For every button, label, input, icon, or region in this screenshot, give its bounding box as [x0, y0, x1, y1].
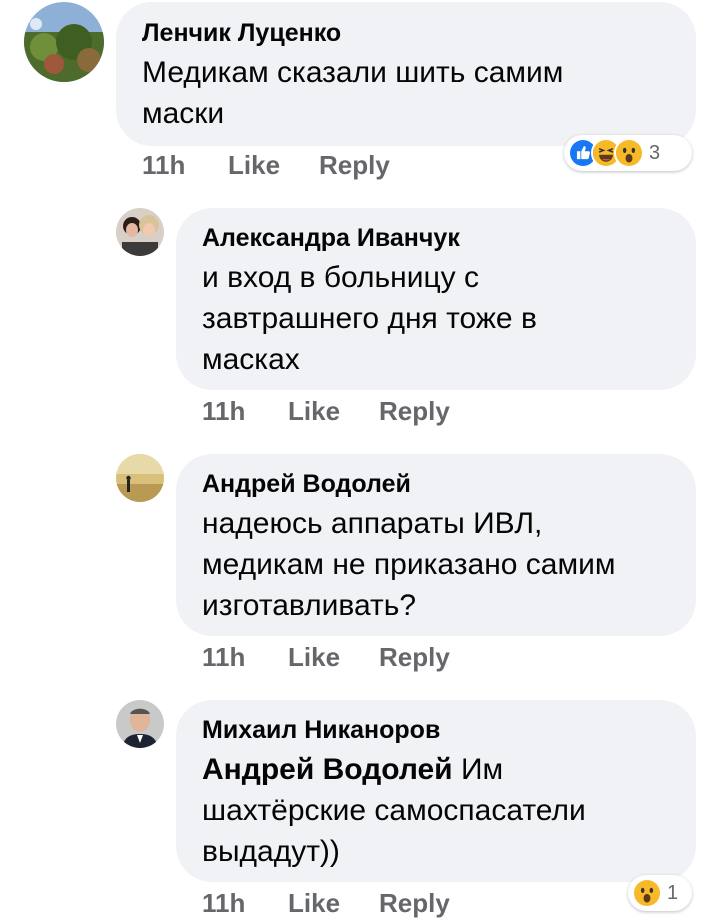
reaction-count: 1	[667, 881, 679, 904]
reply-button[interactable]: Reply	[379, 642, 450, 673]
reply-button[interactable]: Reply	[379, 396, 450, 427]
comment-author[interactable]: Андрей Водолей	[202, 470, 411, 499]
avatar-andrey[interactable]	[116, 454, 164, 502]
avatar-aleksandra[interactable]	[116, 208, 164, 256]
like-button[interactable]: Like	[288, 888, 340, 919]
mention-link[interactable]: Андрей Водолей	[202, 753, 453, 786]
comment-actions: 11h Like Reply	[202, 396, 450, 427]
comment-time[interactable]: 11h	[202, 642, 245, 672]
comment-text: и вход в больницу с завтрашнего дня тоже…	[202, 261, 537, 376]
comment-actions: 11h Like Reply	[142, 150, 390, 181]
reaction-count: 3	[649, 141, 661, 164]
like-button[interactable]: Like	[228, 150, 280, 181]
reply-button[interactable]: Reply	[319, 150, 390, 181]
like-button[interactable]: Like	[288, 396, 340, 427]
reaction-summary[interactable]: 3	[564, 135, 692, 171]
avatar-mikhail[interactable]	[116, 700, 164, 748]
comment-text: Андрей Водолей Им шахтёрские самоспасате…	[202, 753, 586, 868]
comment-text: Медикам сказали шить самим маски	[142, 56, 564, 130]
comment-text: надеюсь аппараты ИВЛ, медикам не приказа…	[202, 507, 616, 622]
comment-actions: 11h Like Reply	[202, 888, 450, 919]
avatar-lenchik[interactable]	[24, 2, 104, 82]
wow-icon	[632, 878, 662, 908]
wow-icon	[614, 138, 644, 168]
comment-time[interactable]: 11h	[202, 396, 245, 426]
comment-author[interactable]: Ленчик Луценко	[142, 19, 341, 48]
comment-text-segment: Им	[452, 753, 504, 786]
comment-time[interactable]: 11h	[202, 888, 245, 918]
comment-actions: 11h Like Reply	[202, 642, 450, 673]
comment-author[interactable]: Александра Иванчук	[202, 224, 460, 253]
like-button[interactable]: Like	[288, 642, 340, 673]
comment-author[interactable]: Михаил Никаноров	[202, 716, 440, 745]
reaction-summary[interactable]: 1	[628, 875, 692, 911]
comment-time[interactable]: 11h	[142, 150, 185, 180]
reply-button[interactable]: Reply	[379, 888, 450, 919]
